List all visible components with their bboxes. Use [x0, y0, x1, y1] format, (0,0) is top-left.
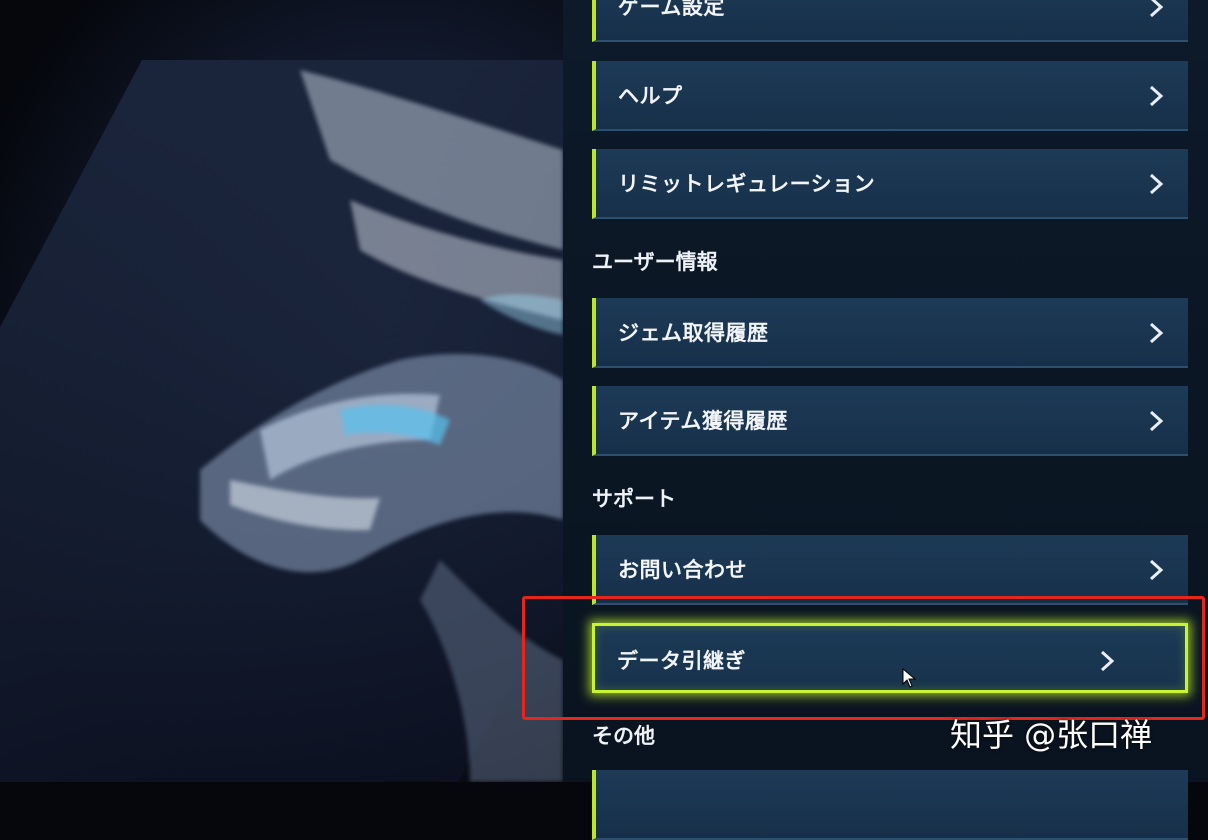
background-art — [0, 0, 563, 782]
chevron-right-icon — [1149, 559, 1164, 581]
section-title-other: その他 — [592, 724, 655, 748]
chevron-right-icon — [1149, 0, 1164, 18]
chevron-right-icon — [1149, 410, 1164, 432]
menu-item-game-settings[interactable]: ゲーム設定 — [592, 0, 1188, 42]
menu-item-label: アイテム獲得履歴 — [618, 409, 788, 433]
menu-item-limit-regulation[interactable]: リミットレギュレーション — [592, 149, 1188, 219]
section-title-user-info: ユーザー情報 — [592, 250, 718, 274]
menu-item-label: ジェム取得履歴 — [618, 321, 769, 345]
section-title-support: サポート — [592, 487, 676, 511]
annotation-highlight-box — [522, 596, 1205, 720]
menu-item-gem-history[interactable]: ジェム取得履歴 — [592, 298, 1188, 368]
menu-item-help[interactable]: ヘルプ — [592, 61, 1188, 131]
menu-item-label: お問い合わせ — [618, 558, 747, 582]
mouse-pointer-icon — [902, 668, 916, 688]
menu-item-label: ヘルプ — [618, 84, 683, 108]
dragon-illustration — [200, 70, 563, 782]
chevron-right-icon — [1149, 85, 1164, 107]
menu-item-other-first[interactable] — [592, 770, 1188, 840]
menu-item-item-history[interactable]: アイテム獲得履歴 — [592, 386, 1188, 456]
menu-item-label: ゲーム設定 — [618, 0, 725, 19]
watermark: 知乎 @张口禅 — [950, 716, 1153, 754]
chevron-right-icon — [1149, 173, 1164, 195]
menu-item-contact[interactable]: お問い合わせ — [592, 535, 1188, 605]
chevron-right-icon — [1149, 322, 1164, 344]
menu-item-label: リミットレギュレーション — [618, 172, 876, 196]
